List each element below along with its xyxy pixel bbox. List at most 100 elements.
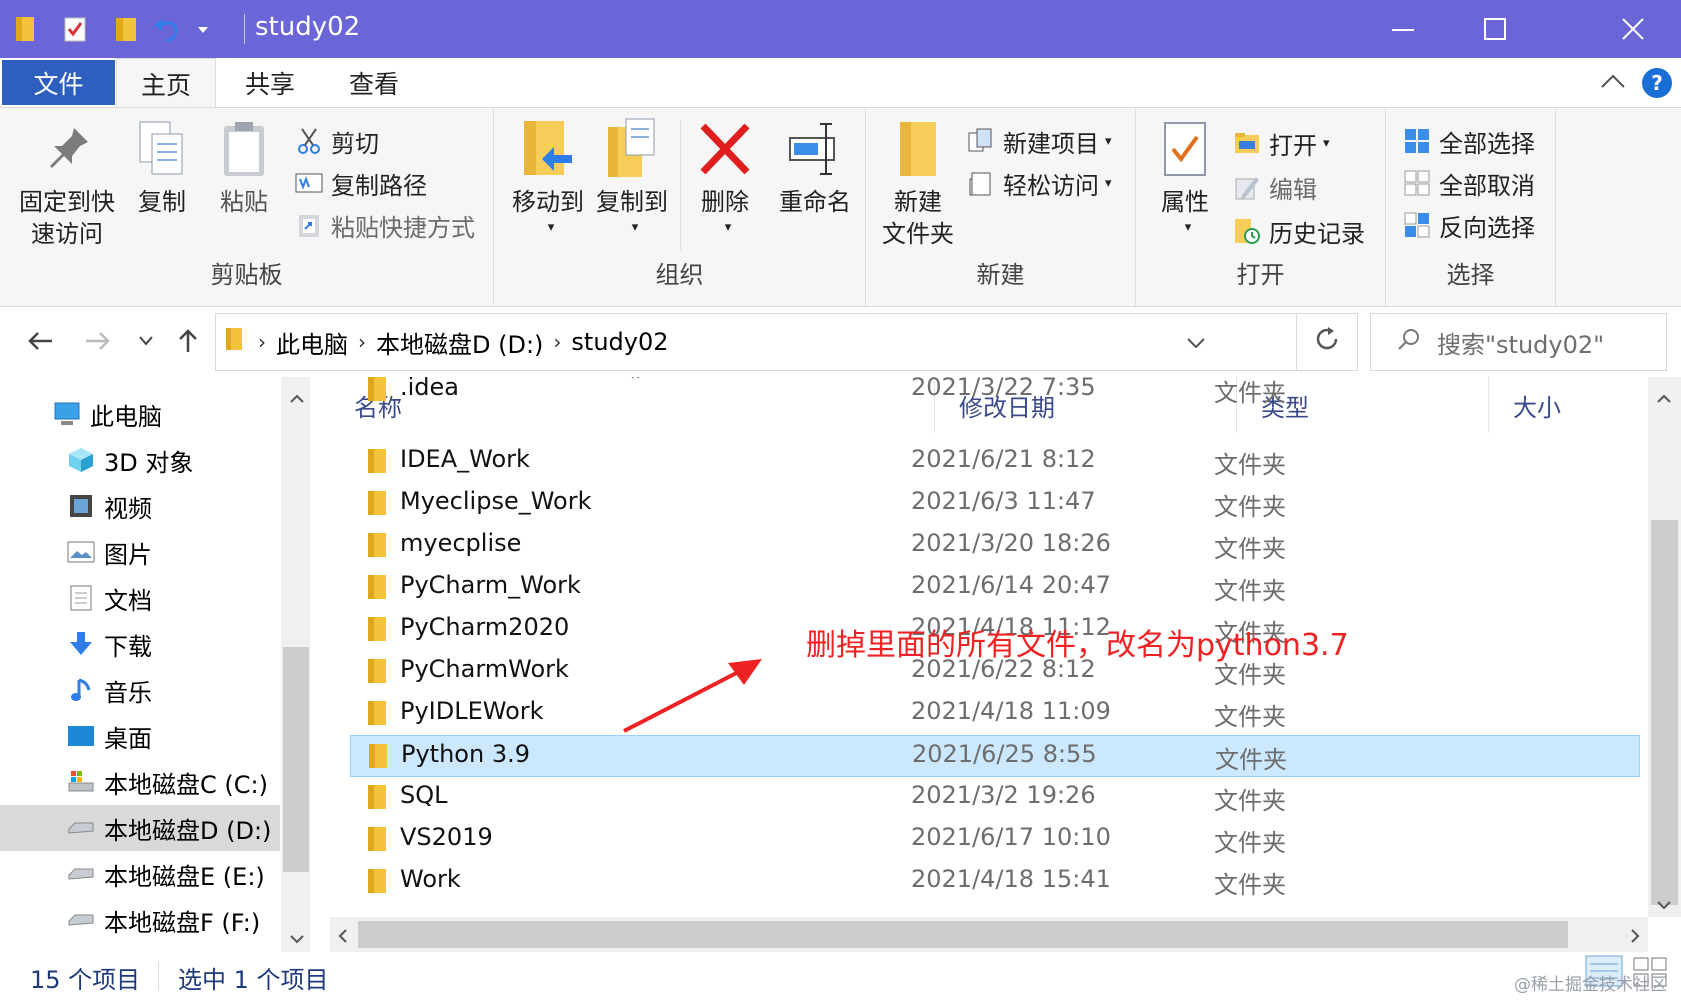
nav-pane-scrollbar-thumb[interactable] xyxy=(283,647,309,872)
open-button[interactable]: 打开 ▾ xyxy=(1232,126,1330,160)
table-row[interactable]: PyCharm_Work 2021/6/14 20:47 文件夹 xyxy=(350,567,1640,609)
qat-new-folder-button[interactable] xyxy=(114,14,138,44)
undo-icon[interactable] xyxy=(152,14,182,44)
scroll-right-chevron-icon[interactable] xyxy=(1630,928,1640,947)
file-name: VS2019 xyxy=(400,823,493,851)
copy-button[interactable]: 复制 xyxy=(126,116,198,218)
minimize-button[interactable] xyxy=(1357,0,1449,58)
forward-arrow-icon[interactable] xyxy=(80,321,116,361)
file-type: 文件夹 xyxy=(1214,829,1286,857)
nav-item-pictures[interactable]: 图片 xyxy=(0,529,280,575)
nav-item-downloads[interactable]: 下载 xyxy=(0,621,280,667)
file-list-horizontal-scrollbar[interactable] xyxy=(330,917,1648,952)
up-arrow-icon[interactable] xyxy=(170,321,206,361)
breadcrumb-this-pc[interactable]: 此电脑 xyxy=(276,325,348,360)
video-icon xyxy=(64,489,98,523)
nav-item-label: 下载 xyxy=(104,632,152,661)
paste-button[interactable]: 粘贴 xyxy=(208,116,280,218)
nav-item-drive-c[interactable]: 本地磁盘C (C:) xyxy=(0,759,280,805)
copy-path-button[interactable]: 复制路径 xyxy=(294,166,427,200)
scroll-left-chevron-icon[interactable] xyxy=(338,928,348,947)
pin-to-quick-access-button[interactable]: 固定到快 速访问 xyxy=(14,116,120,250)
history-button[interactable]: 历史记录 xyxy=(1232,214,1365,248)
nav-pane-scrollbar[interactable] xyxy=(281,377,310,952)
scroll-down-chevron-icon[interactable] xyxy=(1657,895,1671,914)
folder-icon xyxy=(366,489,388,523)
table-row[interactable]: myecplise 2021/3/20 18:26 文件夹 xyxy=(350,525,1640,567)
scroll-up-chevron-icon[interactable] xyxy=(1657,389,1671,408)
tab-file[interactable]: 文件 xyxy=(2,60,115,105)
scroll-down-chevron-icon[interactable] xyxy=(290,929,304,948)
status-selected-count: 选中 1 个项目 xyxy=(178,966,329,994)
qat-customize-dropdown[interactable] xyxy=(196,14,210,44)
cut-button[interactable]: 剪切 xyxy=(294,124,379,158)
copy-path-label: 复制路径 xyxy=(331,171,427,200)
pin-label-line1: 固定到快 xyxy=(19,188,115,216)
back-arrow-icon[interactable] xyxy=(22,321,58,361)
vertical-scrollbar-thumb[interactable] xyxy=(1651,520,1678,905)
watermark: @稀土掘金技术社区 xyxy=(1514,975,1667,995)
address-dropdown-chevron-icon[interactable] xyxy=(1186,328,1206,356)
move-to-button[interactable]: 移动到 ▾ xyxy=(506,116,590,244)
tab-view[interactable]: 查看 xyxy=(324,58,424,108)
nav-item-documents[interactable]: 文档 xyxy=(0,575,280,621)
new-item-button[interactable]: 新建项目 ▾ xyxy=(966,124,1112,158)
qat-properties-button[interactable] xyxy=(62,14,88,44)
organize-group: 移动到 ▾ 复制到 ▾ 删除 ▾ 重命名 组织 xyxy=(494,108,866,306)
refresh-button[interactable] xyxy=(1296,313,1358,371)
refresh-icon xyxy=(1314,325,1340,360)
select-none-button[interactable]: 全部取消 xyxy=(1402,166,1535,200)
new-item-icon xyxy=(966,126,996,156)
new-item-caret: ▾ xyxy=(1105,133,1112,149)
new-folder-button[interactable]: 新建 文件夹 xyxy=(876,116,960,250)
close-button[interactable] xyxy=(1587,0,1679,58)
file-type: 文件夹 xyxy=(1214,379,1286,407)
search-box[interactable]: 搜索"study02" xyxy=(1370,313,1667,371)
horizontal-scrollbar-thumb[interactable] xyxy=(358,921,1568,948)
edit-button[interactable]: 编辑 xyxy=(1232,170,1317,204)
nav-item-drive-d[interactable]: 本地磁盘D (D:) xyxy=(0,805,280,851)
table-row[interactable]: SQL 2021/3/2 19:26 文件夹 xyxy=(350,777,1640,819)
file-type: 文件夹 xyxy=(1214,787,1286,815)
rename-button[interactable]: 重命名 xyxy=(768,116,862,218)
file-list-vertical-scrollbar[interactable] xyxy=(1648,377,1681,917)
clipboard-icon xyxy=(208,116,280,182)
recent-locations-chevron-icon[interactable] xyxy=(128,321,164,361)
breadcrumb-drive-d[interactable]: 本地磁盘D (D:) xyxy=(376,325,543,360)
table-row[interactable]: .idea 2021/3/22 7:35 文件夹 xyxy=(350,377,1640,411)
easy-access-button[interactable]: 轻松访问 ▾ xyxy=(966,166,1112,200)
nav-item-desktop[interactable]: 桌面 xyxy=(0,713,280,759)
nav-item-videos[interactable]: 视频 xyxy=(0,483,280,529)
copy-label: 复制 xyxy=(138,188,186,216)
table-row[interactable]: Myeclipse_Work 2021/6/3 11:47 文件夹 xyxy=(350,483,1640,525)
maximize-button[interactable] xyxy=(1449,0,1541,58)
nav-item-drive-f[interactable]: 本地磁盘F (F:) xyxy=(0,897,280,943)
chevron-up-icon[interactable] xyxy=(1600,71,1626,95)
properties-button[interactable]: 属性 ▾ xyxy=(1146,116,1224,244)
folder-icon xyxy=(366,573,388,607)
breadcrumb-study02[interactable]: study02 xyxy=(571,328,668,356)
select-all-button[interactable]: 全部选择 xyxy=(1402,124,1535,158)
invert-selection-button[interactable]: 反向选择 xyxy=(1402,208,1535,242)
paste-shortcut-button[interactable]: 粘贴快捷方式 xyxy=(294,208,475,242)
delete-button[interactable]: 删除 ▾ xyxy=(686,116,764,244)
address-bar[interactable]: › 此电脑 › 本地磁盘D (D:) › study02 xyxy=(215,313,1297,371)
title-bar: study02 xyxy=(0,0,1681,58)
table-row[interactable]: IDEA_Work 2021/6/21 8:12 文件夹 xyxy=(350,441,1640,483)
nav-item-3d-objects[interactable]: 3D 对象 xyxy=(0,437,280,483)
help-button[interactable]: ? xyxy=(1642,68,1672,98)
new-folder-icon xyxy=(876,116,960,182)
tab-share[interactable]: 共享 xyxy=(220,58,320,108)
nav-item-drive-e[interactable]: 本地磁盘E (E:) xyxy=(0,851,280,897)
copy-to-button[interactable]: 复制到 ▾ xyxy=(590,116,674,244)
nav-item-music[interactable]: 音乐 xyxy=(0,667,280,713)
table-row[interactable]: Python 3.9 2021/6/25 8:55 文件夹 xyxy=(350,735,1640,777)
table-row[interactable]: Work 2021/4/18 15:41 文件夹 xyxy=(350,861,1640,903)
file-name: Work xyxy=(400,865,461,893)
table-row[interactable]: VS2019 2021/6/17 10:10 文件夹 xyxy=(350,819,1640,861)
nav-item-this-pc[interactable]: 此电脑 xyxy=(0,391,280,437)
table-row[interactable]: PyIDLEWork 2021/4/18 11:09 文件夹 xyxy=(350,693,1640,735)
easy-access-icon xyxy=(966,168,996,198)
scroll-up-chevron-icon[interactable] xyxy=(290,389,304,408)
tab-home[interactable]: 主页 xyxy=(116,58,216,108)
